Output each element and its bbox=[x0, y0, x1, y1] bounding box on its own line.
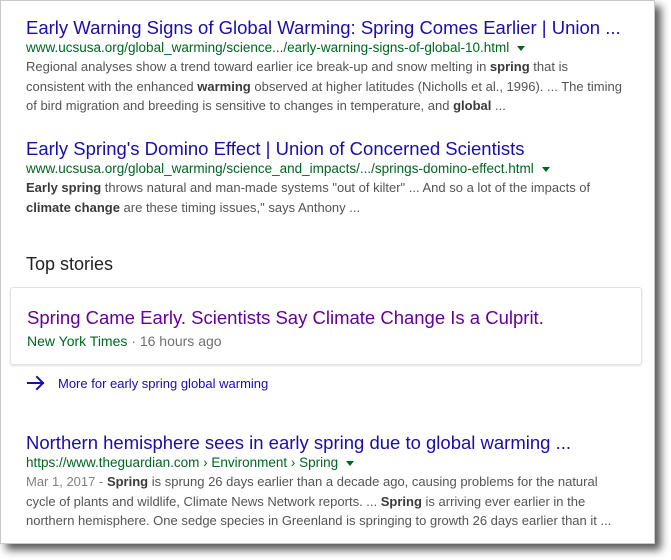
story-source: New York Times bbox=[27, 333, 128, 349]
result-title-link[interactable]: Northern hemisphere sees in early spring… bbox=[26, 432, 636, 454]
snippet-keyword: Spring bbox=[380, 493, 422, 509]
story-time: 16 hours ago bbox=[139, 333, 222, 349]
url-options-caret-icon[interactable] bbox=[541, 166, 550, 172]
result-title-link[interactable]: Early Spring's Domino Effect | Union of … bbox=[26, 138, 636, 160]
search-result-3: Northern hemisphere sees in early spring… bbox=[26, 432, 636, 531]
snippet-keyword: warming bbox=[197, 78, 251, 94]
result-url-text: https://www.theguardian.com › Environmen… bbox=[26, 455, 339, 470]
story-separator: · bbox=[127, 333, 140, 349]
result-snippet: Early spring throws natural and man-made… bbox=[26, 178, 628, 217]
result-snippet-text: Spring is sprung 26 days earlier than a … bbox=[26, 474, 611, 528]
snippet-text: Regional analyses show a trend toward ea… bbox=[26, 59, 490, 74]
snippet-text: ... bbox=[491, 98, 506, 113]
more-stories-link[interactable]: More for early spring global warming bbox=[26, 373, 268, 393]
story-meta: New York Times · 16 hours ago bbox=[27, 332, 222, 350]
snippet-keyword: Spring bbox=[106, 474, 149, 489]
result-title-link[interactable]: Early Warning Signs of Global Warming: S… bbox=[26, 17, 636, 39]
result-snippet: Regional analyses show a trend toward ea… bbox=[26, 57, 628, 116]
snippet-text: throws natural and man-made systems "out… bbox=[101, 180, 591, 195]
snippet-keyword: spring bbox=[489, 59, 530, 74]
url-options-caret-icon[interactable] bbox=[517, 45, 526, 51]
result-url-text: www.ucsusa.org/global_warming/science_an… bbox=[26, 161, 534, 176]
result-url: www.ucsusa.org/global_warming/science_an… bbox=[26, 160, 636, 178]
more-stories-label: More for early spring global warming bbox=[58, 375, 269, 391]
top-stories-heading: Top stories bbox=[26, 254, 114, 274]
snippet-text: are these timing issues," says Anthony .… bbox=[119, 199, 361, 215]
story-title-link[interactable]: Spring Came Early. Scientists Say Climat… bbox=[27, 307, 544, 329]
result-snippet: Mar 1, 2017 - Spring is sprung 26 days e… bbox=[26, 472, 628, 531]
result-date: Mar 1, 2017 - bbox=[26, 474, 107, 489]
snippet-keyword: climate change bbox=[26, 199, 120, 215]
result-url-text: www.ucsusa.org/global_warming/science...… bbox=[26, 40, 510, 55]
snippet-keyword: global bbox=[453, 98, 492, 113]
url-options-caret-icon[interactable] bbox=[346, 460, 355, 466]
result-url: https://www.theguardian.com › Environmen… bbox=[26, 454, 636, 472]
top-story-card[interactable]: Spring Came Early. Scientists Say Climat… bbox=[10, 287, 642, 365]
arrow-right-icon bbox=[27, 375, 45, 391]
search-results-panel: Early Warning Signs of Global Warming: S… bbox=[0, 0, 655, 544]
snippet-keyword: Early spring bbox=[26, 180, 102, 195]
search-result-2: Early Spring's Domino Effect | Union of … bbox=[26, 138, 636, 217]
search-result-1: Early Warning Signs of Global Warming: S… bbox=[26, 17, 636, 116]
result-url: www.ucsusa.org/global_warming/science...… bbox=[26, 39, 636, 57]
